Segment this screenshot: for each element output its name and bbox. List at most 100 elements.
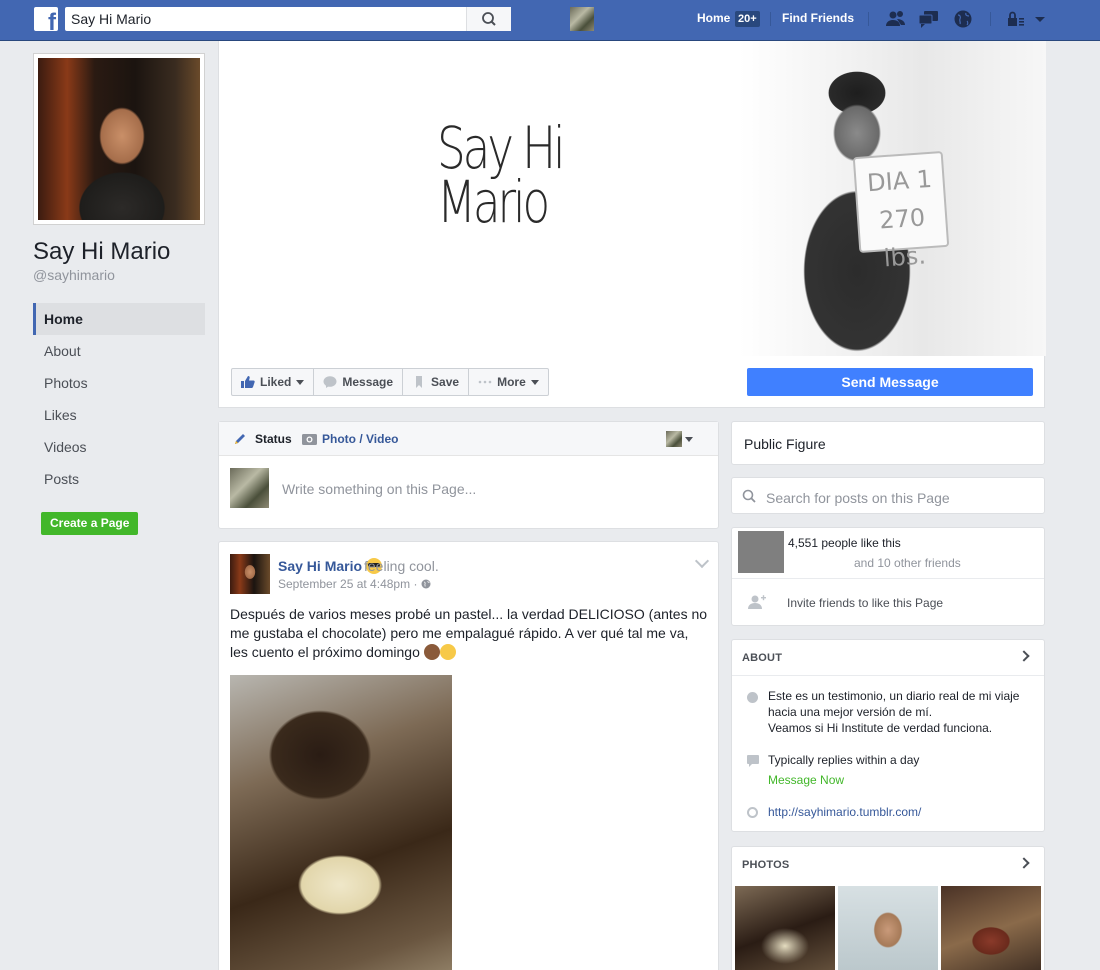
post-composer: Status Photo / Video Write something on … bbox=[218, 421, 719, 529]
account-menu-chevron-down-icon[interactable] bbox=[1033, 9, 1047, 29]
profile-picture-frame[interactable] bbox=[33, 53, 205, 225]
sidebar-item-home[interactable]: Home bbox=[33, 303, 205, 335]
post-timestamp[interactable]: September 25 at 4:48pm · bbox=[278, 577, 431, 591]
sidebar-item-photos[interactable]: Photos bbox=[33, 367, 205, 399]
cover-whiteboard-sign: DIA 1 270 lbs. bbox=[852, 150, 950, 272]
search-button[interactable] bbox=[466, 7, 511, 31]
public-globe-icon bbox=[421, 579, 431, 589]
page-title[interactable]: Say Hi Mario bbox=[33, 238, 170, 266]
more-button[interactable]: More bbox=[469, 369, 548, 395]
create-page-button[interactable]: Create a Page bbox=[41, 512, 139, 535]
cover-title-line: Mario bbox=[437, 168, 550, 236]
more-label: More bbox=[497, 375, 526, 389]
search-icon bbox=[482, 12, 496, 26]
composer-input[interactable]: Write something on this Page... bbox=[282, 481, 476, 497]
thumbs-up-icon bbox=[241, 376, 255, 388]
page-category[interactable]: Public Figure bbox=[744, 436, 826, 452]
friend-requests-icon[interactable] bbox=[885, 9, 907, 29]
sidebar-item-about[interactable]: About bbox=[33, 335, 205, 367]
invite-friends-link[interactable]: Invite friends to like this Page bbox=[787, 596, 943, 610]
add-friend-icon bbox=[748, 595, 766, 609]
likes-count[interactable]: 4,551 people like this bbox=[788, 536, 901, 550]
friend-avatar[interactable] bbox=[738, 531, 784, 573]
divider bbox=[732, 675, 1044, 676]
about-heading[interactable]: ABOUT bbox=[742, 652, 782, 664]
cover-photo[interactable]: Say Hi Mario DIA 1 270 lbs. bbox=[219, 41, 1046, 356]
message-label: Message bbox=[342, 375, 394, 389]
about-chevron-right-icon[interactable] bbox=[1018, 650, 1030, 662]
camera-icon bbox=[302, 434, 317, 445]
post-author-avatar[interactable] bbox=[230, 554, 270, 594]
likes-friends[interactable]: and 10 other friends bbox=[854, 556, 961, 570]
about-description: Este es un testimonio, un diario real de… bbox=[768, 688, 1032, 736]
tab-photo-video[interactable]: Photo / Video bbox=[322, 432, 398, 446]
about-description-line: Este es un testimonio, un diario real de… bbox=[768, 689, 1020, 719]
notifications-globe-icon[interactable] bbox=[952, 9, 974, 29]
post-as-avatar[interactable] bbox=[666, 431, 682, 447]
post-photo[interactable] bbox=[230, 675, 452, 970]
nav-divider bbox=[770, 12, 771, 26]
message-bubble-icon bbox=[747, 755, 759, 767]
response-time: Typically replies within a day bbox=[768, 753, 920, 767]
liked-label: Liked bbox=[260, 375, 292, 389]
sidebar-item-videos[interactable]: Videos bbox=[33, 431, 205, 463]
save-button[interactable]: Save bbox=[403, 369, 470, 395]
sidebar-item-likes[interactable]: Likes bbox=[33, 399, 205, 431]
liked-button[interactable]: Liked bbox=[232, 369, 315, 395]
save-label: Save bbox=[431, 375, 460, 389]
page-sidebar-nav: Home About Photos Likes Videos Posts bbox=[33, 303, 205, 495]
photos-chevron-right-icon[interactable] bbox=[1018, 857, 1030, 869]
website-globe-icon bbox=[747, 807, 758, 818]
website-link[interactable]: http://sayhimario.tumblr.com/ bbox=[768, 805, 921, 819]
pencil-icon bbox=[235, 434, 245, 444]
page-action-buttons: Liked Message Save More bbox=[231, 368, 549, 396]
home-notification-badge: 20+ bbox=[735, 11, 760, 27]
post-feeling: feeling cool. bbox=[364, 558, 439, 574]
nav-divider bbox=[868, 12, 869, 26]
post-date-text[interactable]: September 25 at 4:48pm bbox=[278, 577, 410, 591]
page-username[interactable]: @sayhimario bbox=[33, 267, 115, 283]
post-options-chevron-down-icon[interactable] bbox=[694, 553, 710, 569]
messages-icon[interactable] bbox=[918, 9, 940, 29]
message-now-link[interactable]: Message Now bbox=[768, 773, 844, 787]
laughing-emoji-icon bbox=[439, 644, 456, 660]
nav-find-friends-link[interactable]: Find Friends bbox=[782, 11, 854, 25]
post-text: Después de varios meses probé un pastel.… bbox=[230, 605, 708, 662]
chevron-down-icon[interactable] bbox=[685, 437, 693, 442]
separator: · bbox=[413, 577, 421, 591]
photos-heading[interactable]: PHOTOS bbox=[742, 859, 789, 871]
top-navigation-bar: f Say Hi Mario Home 20+ Find Friends bbox=[0, 0, 1100, 41]
photo-thumbnail[interactable] bbox=[735, 886, 835, 970]
sign-line: 270 lbs. bbox=[878, 203, 927, 273]
send-message-button[interactable]: Send Message bbox=[747, 368, 1033, 396]
search-input[interactable]: Say Hi Mario bbox=[65, 7, 511, 31]
messenger-icon bbox=[323, 376, 337, 388]
author-name-text[interactable]: Say Hi Mario bbox=[278, 558, 362, 574]
about-card: ABOUT Este es un testimonio, un diario r… bbox=[731, 639, 1045, 832]
bookmark-icon bbox=[416, 376, 423, 388]
sidebar-item-posts[interactable]: Posts bbox=[33, 463, 205, 495]
message-button[interactable]: Message bbox=[314, 369, 404, 395]
chevron-down-icon bbox=[530, 379, 539, 385]
profile-picture[interactable] bbox=[38, 58, 200, 220]
privacy-shortcuts-lock-icon[interactable] bbox=[1005, 9, 1025, 29]
page-category-card[interactable]: Public Figure bbox=[731, 421, 1045, 465]
tab-status[interactable]: Status bbox=[255, 432, 292, 446]
cover-title-line: Say Hi bbox=[437, 114, 566, 182]
cover-title-text: Say Hi Mario bbox=[437, 114, 566, 236]
see-no-evil-monkey-emoji-icon bbox=[423, 644, 440, 660]
nav-home-link[interactable]: Home bbox=[697, 11, 730, 25]
post-body-text: Después de varios meses probé un pastel.… bbox=[230, 606, 708, 660]
page-post-search-input[interactable]: Search for posts on this Page bbox=[766, 490, 950, 506]
chevron-down-icon bbox=[296, 379, 305, 385]
photo-thumbnail[interactable] bbox=[941, 886, 1041, 970]
facebook-logo-icon[interactable]: f bbox=[34, 7, 58, 31]
page-likes-card: 4,551 people like this and 10 other frie… bbox=[731, 527, 1045, 626]
nav-divider bbox=[990, 12, 991, 26]
page-post-search[interactable]: Search for posts on this Page bbox=[731, 477, 1045, 514]
photo-thumbnail[interactable] bbox=[838, 886, 938, 970]
composer-tabs: Status Photo / Video bbox=[219, 422, 718, 456]
sign-line: DIA 1 bbox=[866, 164, 933, 198]
profile-shortcut-avatar[interactable] bbox=[570, 7, 594, 31]
photos-card: PHOTOS bbox=[731, 846, 1045, 970]
